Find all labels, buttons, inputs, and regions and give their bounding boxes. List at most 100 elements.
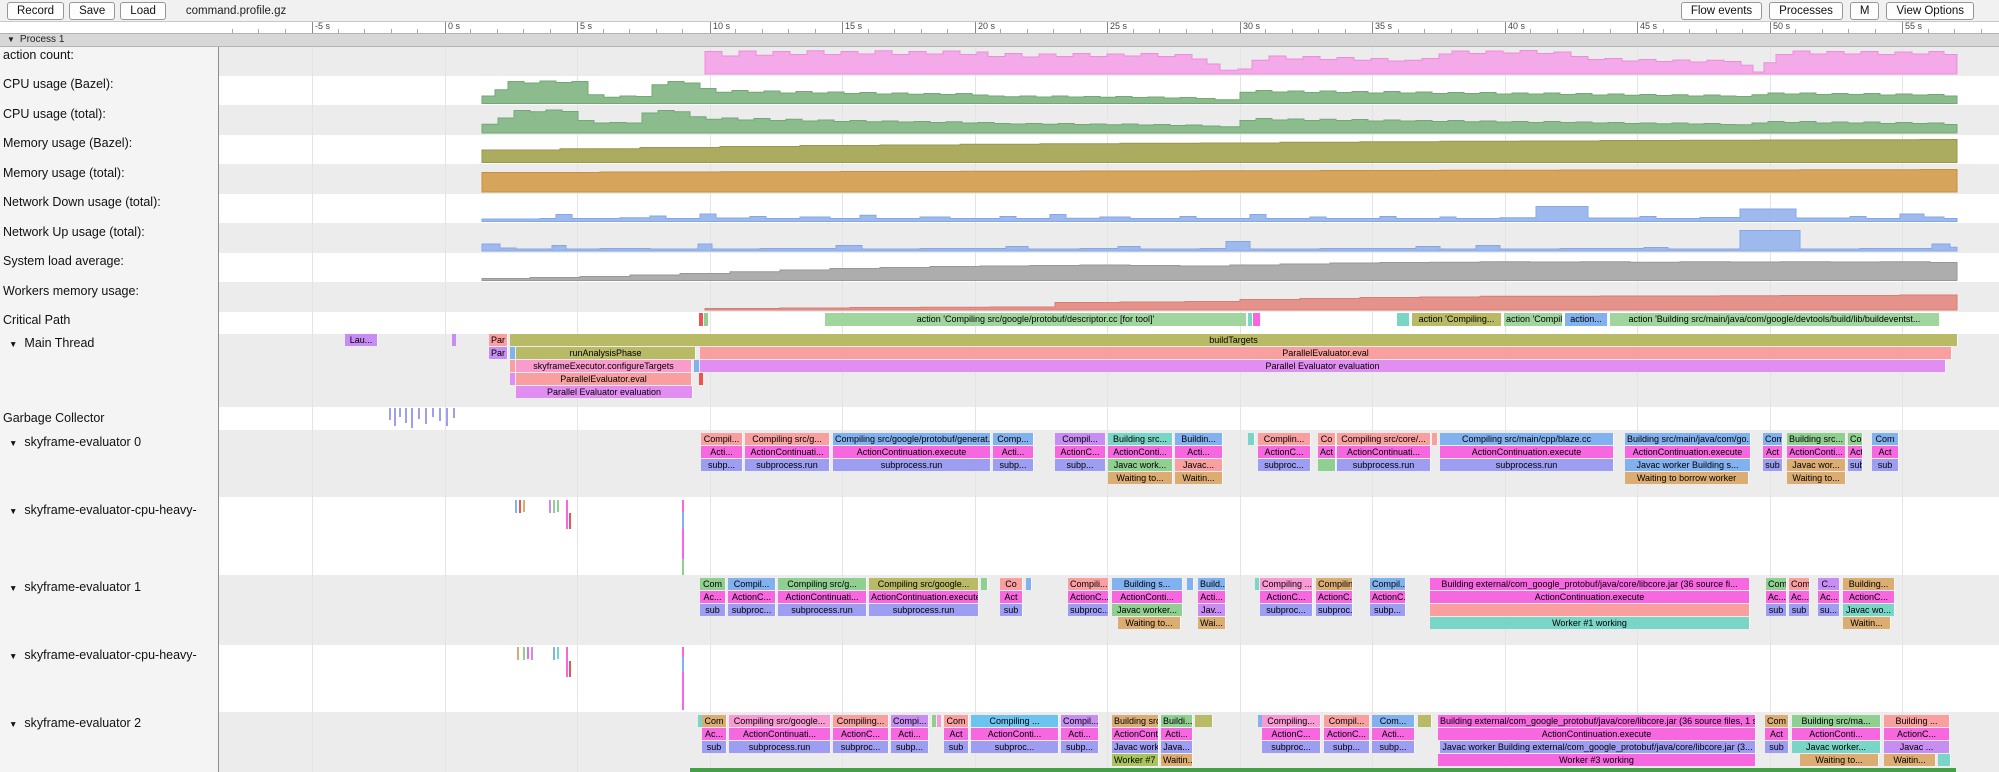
- gc-event-tick[interactable]: [399, 408, 401, 417]
- trace-event-bar[interactable]: Compil...: [1061, 715, 1099, 727]
- trace-event-bar[interactable]: skyframeExecutor.configureTargets: [516, 360, 692, 372]
- trace-event-bar[interactable]: Compiling src/google...: [869, 578, 979, 590]
- trace-event-bar[interactable]: Acti...: [1372, 728, 1415, 740]
- trace-event-bar[interactable]: Compiling...: [833, 715, 889, 727]
- counter-action-count[interactable]: [705, 51, 1957, 75]
- trace-event-bar[interactable]: subprocess.run: [729, 741, 831, 753]
- trace-event-sliver[interactable]: [515, 500, 517, 513]
- trace-event-bar[interactable]: subprocess.run: [1440, 459, 1614, 471]
- trace-event-bar[interactable]: ActionContinuati...: [745, 446, 830, 458]
- trace-event-bar[interactable]: Com: [1765, 715, 1789, 727]
- trace-event-bar[interactable]: Waitin...: [1161, 754, 1193, 766]
- trace-event-bar[interactable]: [694, 360, 699, 372]
- gc-event-tick[interactable]: [394, 408, 396, 426]
- trace-event-bar[interactable]: ActionC...: [1324, 728, 1370, 740]
- trace-event-bar[interactable]: [1026, 578, 1032, 590]
- trace-event-bar[interactable]: subproc...: [1258, 459, 1311, 471]
- trace-event-bar[interactable]: sub: [1848, 459, 1863, 471]
- counter-system-load-average[interactable]: [482, 262, 1957, 281]
- trace-event-bar[interactable]: sub: [1766, 604, 1787, 616]
- track-label-skyframe-evaluator-cpu-heavy[interactable]: ▼skyframe-evaluator-cpu-heavy-: [3, 503, 197, 517]
- trace-event-bar[interactable]: Act: [944, 728, 969, 740]
- gc-event-tick[interactable]: [411, 408, 413, 428]
- trace-event-bar[interactable]: Ac...: [1766, 591, 1787, 603]
- trace-event-bar[interactable]: subproc...: [1316, 604, 1353, 616]
- view-options-button[interactable]: View Options: [1886, 2, 1974, 20]
- trace-event-bar[interactable]: ActionContinuati...: [1337, 446, 1431, 458]
- trace-event-bar[interactable]: [452, 334, 456, 346]
- trace-event-bar[interactable]: Compil...: [1370, 578, 1406, 590]
- track-label-skyframe-evaluator-1[interactable]: ▼skyframe-evaluator 1: [3, 580, 141, 594]
- trace-event-bar[interactable]: Acti...: [1061, 728, 1099, 740]
- trace-event-bar[interactable]: ActionConti...: [1108, 446, 1173, 458]
- trace-event-bar[interactable]: Ac...: [1789, 591, 1810, 603]
- trace-event-bar[interactable]: [1432, 433, 1438, 445]
- trace-event-bar[interactable]: subprocess.run: [833, 459, 991, 471]
- trace-event-sliver[interactable]: [557, 647, 559, 659]
- trace-event-bar[interactable]: action 'Compiling src/google/protobuf/de…: [825, 313, 1247, 326]
- trace-event-sliver[interactable]: [682, 657, 684, 672]
- trace-event-bar[interactable]: Waiting to...: [1787, 472, 1846, 484]
- process-header[interactable]: ▼Process 1: [0, 33, 1999, 47]
- trace-event-bar[interactable]: [510, 373, 515, 385]
- trace-event-bar[interactable]: [1248, 313, 1252, 326]
- trace-event-bar[interactable]: [937, 715, 941, 727]
- trace-event-bar[interactable]: ParallelEvaluator.eval: [516, 373, 692, 385]
- trace-event-bar[interactable]: Comp...: [993, 433, 1034, 445]
- trace-event-bar[interactable]: [1195, 715, 1213, 727]
- trace-event-bar[interactable]: sub: [1872, 459, 1899, 471]
- trace-event-bar[interactable]: Javac wo...: [1843, 604, 1895, 616]
- gc-event-tick[interactable]: [418, 408, 420, 419]
- trace-event-bar[interactable]: [1430, 604, 1750, 616]
- flow-events-button[interactable]: Flow events: [1681, 2, 1762, 20]
- trace-event-bar[interactable]: ActionContinuati...: [778, 591, 867, 603]
- trace-event-bar[interactable]: Lau...: [345, 334, 378, 346]
- trace-event-bar[interactable]: Act: [1763, 446, 1783, 458]
- trace-event-bar[interactable]: Com...: [1372, 715, 1415, 727]
- trace-event-bar[interactable]: Java...: [1161, 741, 1193, 753]
- trace-event-bar[interactable]: Waitin...: [1843, 617, 1891, 629]
- trace-event-bar[interactable]: Worker #1 working: [1430, 617, 1750, 629]
- trace-event-bar[interactable]: Worker #7 working: [1112, 754, 1159, 766]
- trace-event-bar[interactable]: Act: [1765, 728, 1789, 740]
- trace-event-bar[interactable]: Building ...: [1884, 715, 1950, 727]
- counter-cpu-usage-total[interactable]: [482, 110, 1957, 133]
- trace-event-bar[interactable]: Building src/main/jav...: [1112, 715, 1159, 727]
- trace-event-bar[interactable]: Par: [489, 347, 508, 359]
- trace-event-bar[interactable]: Complin...: [1258, 433, 1311, 445]
- trace-event-bar[interactable]: Compil...: [728, 578, 776, 590]
- trace-event-bar[interactable]: [1187, 578, 1194, 590]
- trace-event-bar[interactable]: subproc...: [971, 741, 1059, 753]
- trace-event-bar[interactable]: Jav...: [1198, 604, 1226, 616]
- clipped-track-bar[interactable]: [690, 768, 1956, 772]
- trace-event-sliver[interactable]: [682, 647, 684, 657]
- trace-event-bar[interactable]: Javac ...: [1884, 741, 1950, 753]
- trace-event-bar[interactable]: Act: [1872, 446, 1899, 458]
- trace-event-bar[interactable]: subproc...: [1260, 604, 1313, 616]
- trace-event-sliver[interactable]: [682, 500, 684, 512]
- trace-event-bar[interactable]: Building src/main/java/com/go...: [1625, 433, 1751, 445]
- trace-event-bar[interactable]: [704, 313, 708, 326]
- trace-event-bar[interactable]: ActionC...: [1055, 446, 1106, 458]
- trace-event-bar[interactable]: buildTargets: [510, 334, 1958, 346]
- trace-event-bar[interactable]: Javac worker Building external/com_googl…: [1440, 741, 1756, 753]
- trace-event-sliver[interactable]: [557, 500, 559, 512]
- trace-event-bar[interactable]: Compil...: [701, 433, 743, 445]
- trace-event-bar[interactable]: ActionC...: [1884, 728, 1950, 740]
- trace-event-bar[interactable]: Compiling src/g...: [778, 578, 867, 590]
- track-label-main-thread[interactable]: ▼Main Thread: [3, 336, 94, 350]
- trace-event-bar[interactable]: subprocess.run: [778, 604, 867, 616]
- trace-event-bar[interactable]: Com: [944, 715, 969, 727]
- trace-event-sliver[interactable]: [523, 647, 525, 660]
- trace-event-sliver[interactable]: [569, 661, 571, 677]
- trace-event-bar[interactable]: Com: [1789, 578, 1810, 590]
- trace-event-bar[interactable]: Javac wor...: [1787, 459, 1846, 471]
- trace-event-bar[interactable]: [932, 715, 936, 727]
- trace-event-bar[interactable]: ActionC...: [1262, 728, 1321, 740]
- trace-event-sliver[interactable]: [527, 647, 529, 659]
- trace-event-bar[interactable]: [1255, 578, 1259, 590]
- trace-event-bar[interactable]: Parallel Evaluator evaluation: [516, 386, 693, 398]
- trace-event-bar[interactable]: sub: [1763, 459, 1783, 471]
- trace-event-bar[interactable]: Javac worker Building s...: [1625, 459, 1751, 471]
- trace-event-bar[interactable]: Ac...: [700, 591, 726, 603]
